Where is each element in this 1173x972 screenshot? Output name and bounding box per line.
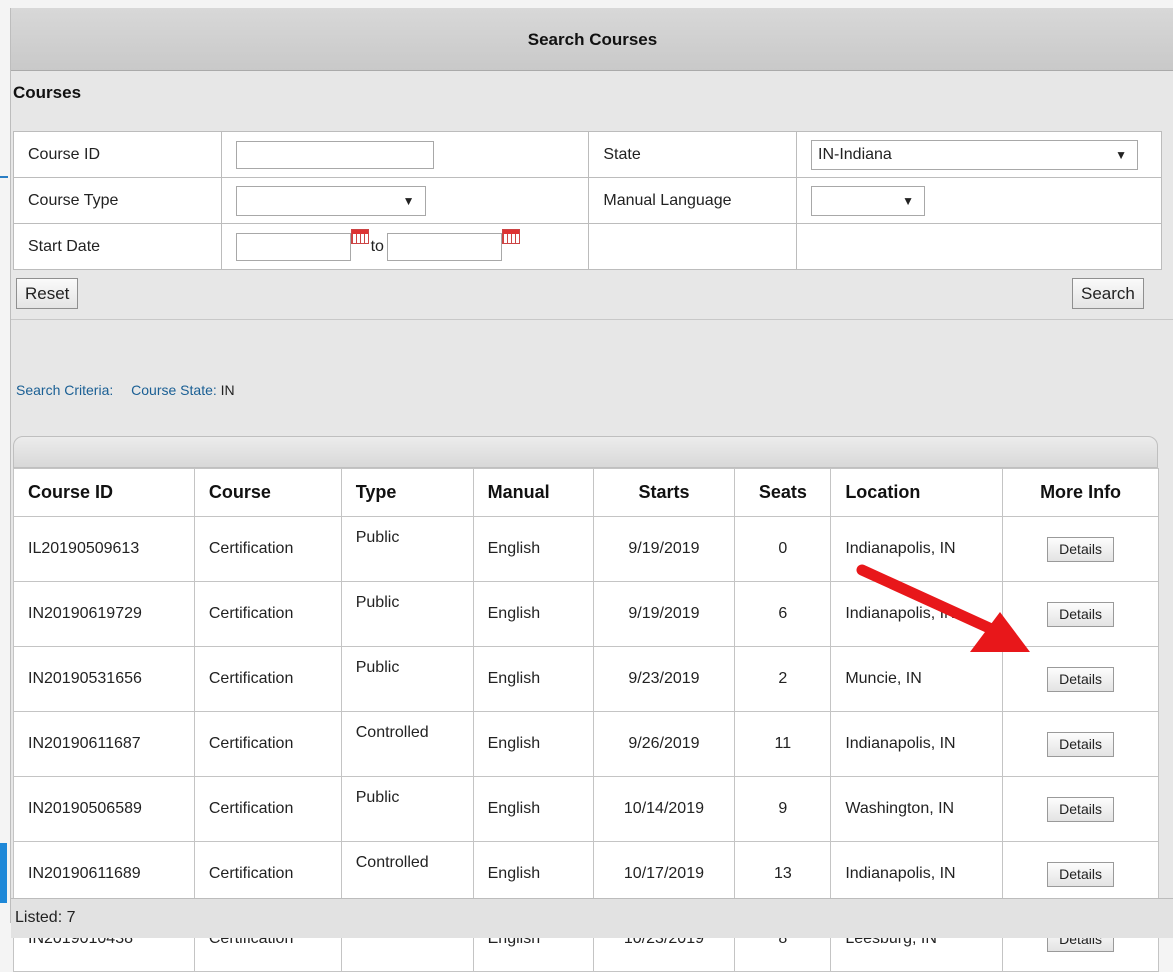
search-button[interactable]: Search [1072, 278, 1144, 309]
manual-language-select[interactable]: ▼ [811, 185, 925, 216]
manual-cell: English [472, 841, 594, 907]
search-criteria: Search Criteria: Course State: IN [16, 382, 235, 398]
chevron-down-icon: ▼ [902, 193, 914, 208]
table-row: IN20190611687 Certification Controlled E… [13, 711, 1159, 777]
state-label: State [588, 131, 797, 178]
column-header[interactable]: Seats [734, 468, 832, 517]
starts-cell: 9/19/2019 [592, 516, 736, 582]
seats-cell: 11 [734, 711, 832, 777]
details-button[interactable]: Details [1047, 601, 1114, 627]
results-table: Course ID Course Type Manual Starts Seat… [13, 468, 1159, 972]
course-cell: Certification [193, 516, 342, 582]
type-cell: Public [340, 516, 474, 582]
criteria-item-value: IN [220, 382, 235, 398]
course-cell: Certification [193, 581, 342, 647]
type-cell: Public [340, 646, 474, 712]
left-edge-bar [0, 843, 7, 903]
seats-cell: 13 [734, 841, 832, 907]
manual-cell: English [472, 646, 594, 712]
type-cell: Controlled [340, 711, 474, 777]
details-button[interactable]: Details [1047, 796, 1114, 822]
listed-count: Listed: 7 [15, 909, 76, 926]
location-cell: Indianapolis, IN [830, 711, 1004, 777]
column-header[interactable]: Course [193, 468, 342, 517]
details-button[interactable]: Details [1047, 536, 1114, 562]
date-to-label: to [370, 237, 384, 255]
starts-cell: 9/23/2019 [592, 646, 736, 712]
location-cell: Washington, IN [830, 776, 1004, 842]
starts-cell: 9/19/2019 [592, 581, 736, 647]
table-header-row: Course ID Course Type Manual Starts Seat… [13, 468, 1159, 517]
column-header: More Info [1002, 468, 1159, 517]
column-header[interactable]: Course ID [13, 468, 195, 517]
panel-title: Search Courses [11, 8, 1173, 71]
manual-cell: English [472, 711, 594, 777]
details-button[interactable]: Details [1047, 731, 1114, 757]
table-row: IN20190611689 Certification Controlled E… [13, 841, 1159, 907]
manual-cell: English [472, 581, 594, 647]
course-id-cell: IL20190509613 [13, 516, 195, 582]
start-date-label: Start Date [13, 223, 222, 270]
column-header[interactable]: Location [830, 468, 1004, 517]
starts-cell: 10/17/2019 [592, 841, 736, 907]
seats-cell: 6 [734, 581, 832, 647]
starts-cell: 10/14/2019 [592, 776, 736, 842]
course-id-cell: IN20190611689 [13, 841, 195, 907]
results-grid-header-bar [13, 436, 1158, 468]
more-info-cell: Details [1002, 776, 1159, 842]
details-button[interactable]: Details [1047, 666, 1114, 692]
course-id-cell: IN20190619729 [13, 581, 195, 647]
calendar-icon[interactable] [501, 228, 520, 244]
manual-cell: English [472, 516, 594, 582]
reset-button[interactable]: Reset [16, 278, 79, 309]
course-type-label: Course Type [13, 177, 222, 224]
details-button[interactable]: Details [1047, 861, 1114, 887]
annotation-arrow-shaft [856, 564, 1004, 638]
chevron-down-icon: ▼ [1115, 147, 1127, 162]
search-criteria-label: Search Criteria: [16, 382, 114, 398]
course-id-cell: IN20190506589 [13, 776, 195, 842]
course-id-cell: IN20190611687 [13, 711, 195, 777]
column-header[interactable]: Manual [472, 468, 594, 517]
course-type-select[interactable]: ▼ [235, 185, 426, 216]
column-header[interactable]: Type [340, 468, 474, 517]
more-info-cell: Details [1002, 841, 1159, 907]
seats-cell: 0 [734, 516, 832, 582]
divider [11, 319, 1173, 320]
start-date-to-input[interactable] [386, 232, 502, 261]
search-form: Course ID State IN-Indiana ▼ Course Type … [13, 131, 1162, 270]
start-date-from-input[interactable] [235, 232, 351, 261]
chevron-down-icon: ▼ [402, 193, 415, 208]
seats-cell: 9 [734, 776, 832, 842]
state-select[interactable]: IN-Indiana ▼ [811, 139, 1138, 170]
seats-cell: 2 [734, 646, 832, 712]
type-cell: Controlled [340, 841, 474, 907]
course-id-cell: IN20190531656 [13, 646, 195, 712]
search-courses-panel: Search Courses Courses Course ID State I… [10, 8, 1173, 972]
table-row: IN20190506589 Certification Public Engli… [13, 776, 1159, 842]
calendar-icon[interactable] [350, 228, 369, 244]
type-cell: Public [340, 581, 474, 647]
course-id-input[interactable] [235, 140, 434, 169]
course-cell: Certification [193, 711, 342, 777]
location-cell: Indianapolis, IN [830, 841, 1004, 907]
course-cell: Certification [193, 841, 342, 907]
manual-language-label: Manual Language [588, 177, 797, 224]
type-cell: Public [340, 776, 474, 842]
section-title: Courses [13, 83, 82, 102]
course-id-label: Course ID [13, 131, 222, 178]
left-edge-line [0, 176, 8, 178]
course-cell: Certification [193, 646, 342, 712]
state-select-value: IN-Indiana [818, 145, 892, 163]
results-footer: Listed: 7 [11, 898, 1173, 938]
course-cell: Certification [193, 776, 342, 842]
criteria-item-label: Course State: [131, 382, 217, 398]
starts-cell: 9/26/2019 [592, 711, 736, 777]
annotation-arrow [856, 564, 1030, 652]
column-header[interactable]: Starts [592, 468, 736, 517]
more-info-cell: Details [1002, 711, 1159, 777]
manual-cell: English [472, 776, 594, 842]
